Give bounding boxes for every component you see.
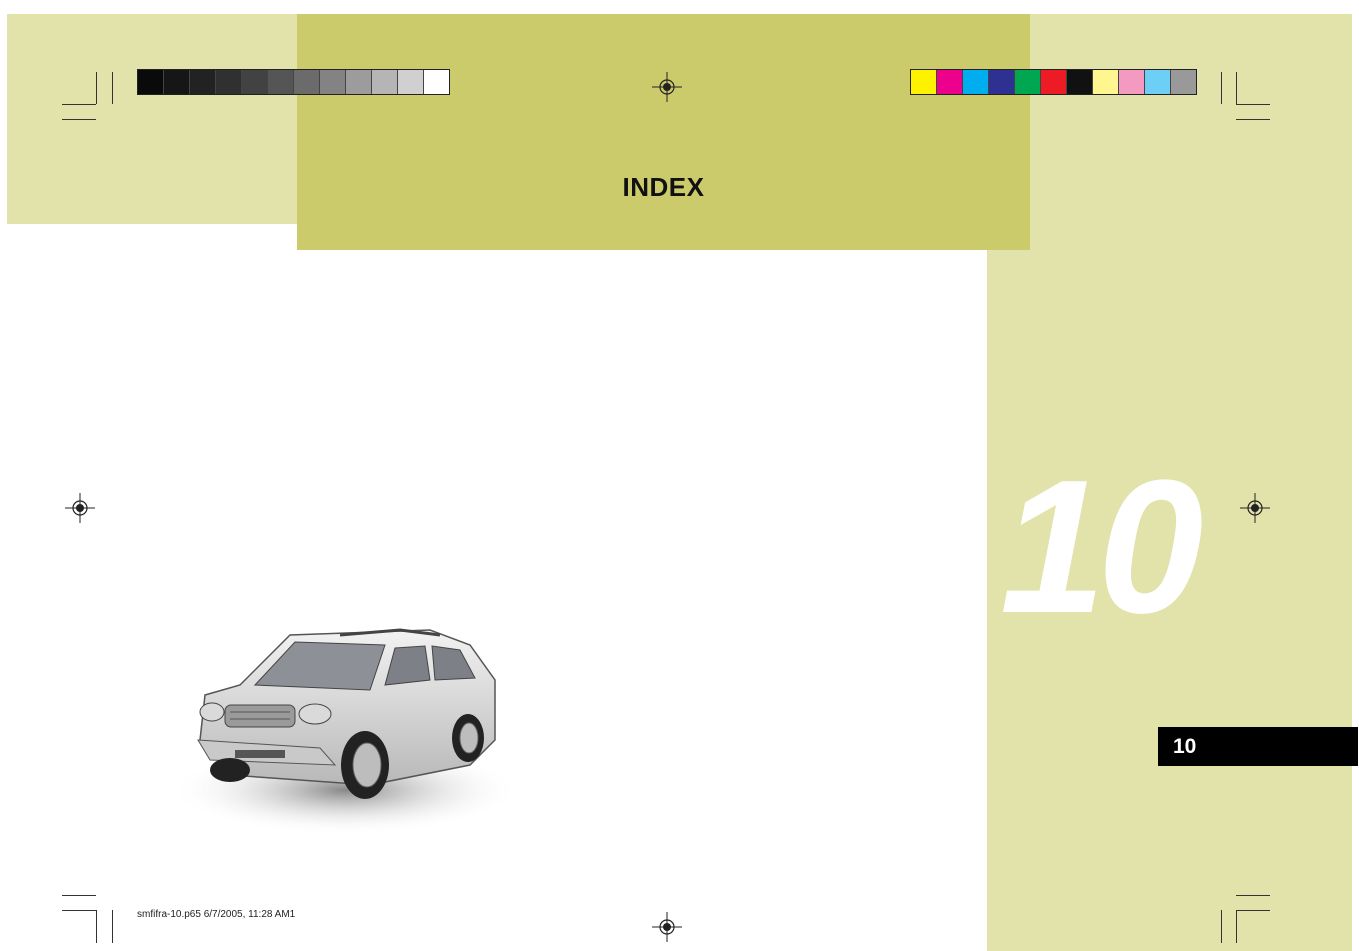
gray-swatch xyxy=(372,70,398,94)
gray-swatch xyxy=(320,70,346,94)
gray-swatch xyxy=(268,70,294,94)
registration-mark-icon xyxy=(65,493,95,523)
color-swatch xyxy=(1041,70,1067,94)
gray-swatch xyxy=(164,70,190,94)
gray-swatch xyxy=(190,70,216,94)
suv-illustration xyxy=(170,628,520,835)
chapter-tab[interactable]: 10 xyxy=(1158,727,1358,766)
color-swatch xyxy=(937,70,963,94)
color-swatch xyxy=(1093,70,1119,94)
gray-swatch xyxy=(294,70,320,94)
print-slug: smfifra-10.p65 6/7/2005, 11:28 AM1 xyxy=(137,909,296,920)
color-swatch xyxy=(1145,70,1171,94)
gray-swatch xyxy=(216,70,242,94)
color-swatch xyxy=(989,70,1015,94)
color-swatch xyxy=(1119,70,1145,94)
right-header-band xyxy=(1030,14,1352,250)
color-swatch xyxy=(963,70,989,94)
grayscale-calibration-strip xyxy=(137,69,450,95)
registration-mark-icon xyxy=(1240,493,1270,523)
color-swatch xyxy=(911,70,937,94)
color-swatch xyxy=(1171,70,1196,94)
color-swatch xyxy=(1067,70,1093,94)
chapter-number: 10 xyxy=(1000,441,1203,653)
gray-swatch xyxy=(242,70,268,94)
registration-mark-icon xyxy=(652,912,682,942)
color-swatch xyxy=(1015,70,1041,94)
color-calibration-strip xyxy=(910,69,1197,95)
gray-swatch xyxy=(346,70,372,94)
registration-mark-icon xyxy=(652,72,682,102)
title-band xyxy=(297,14,1030,250)
gray-swatch xyxy=(398,70,424,94)
page-title: INDEX xyxy=(622,172,705,202)
gray-swatch xyxy=(424,70,449,94)
gray-swatch xyxy=(138,70,164,94)
left-header-band xyxy=(7,14,297,224)
